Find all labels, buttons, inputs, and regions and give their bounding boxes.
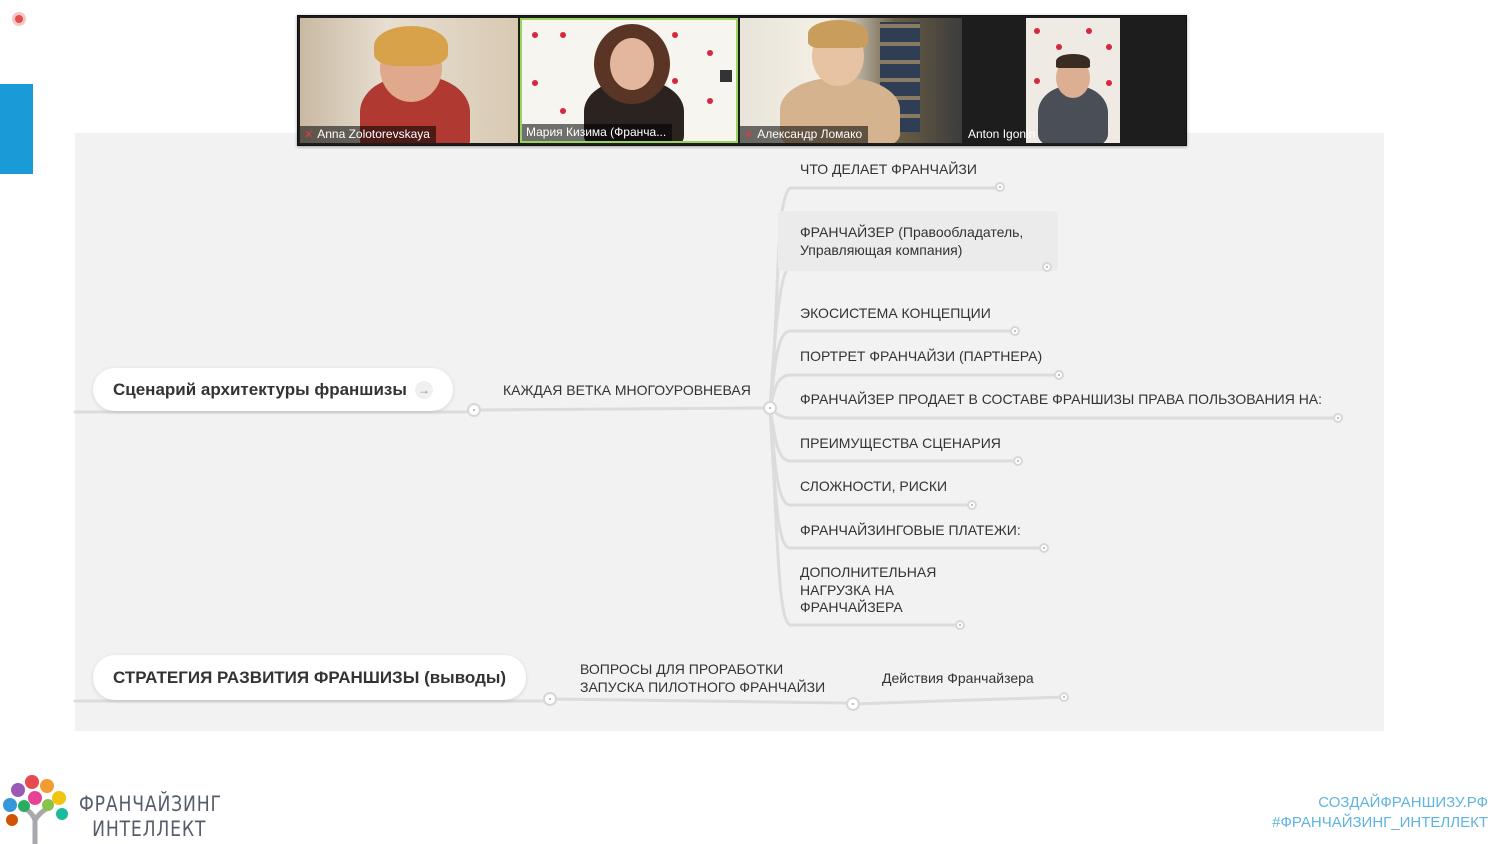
participant-hair — [808, 20, 868, 48]
branch-item[interactable]: Действия Франчайзера — [882, 670, 1034, 688]
logo-line-2: ИНТЕЛЛЕКТ — [92, 817, 207, 841]
branch-item[interactable]: ЧТО ДЕЛАЕТ ФРАНЧАЙЗИ — [800, 161, 977, 179]
expand-toggle[interactable] — [955, 620, 965, 630]
participant-face — [610, 38, 654, 90]
root-node-title: Сценарий архитектуры франшизы — [113, 379, 407, 399]
video-participants-strip[interactable]: ✕ Anna Zolotorevskaya Мария Кизима (Франч… — [297, 15, 1187, 146]
brand-logo-text: ФРАНЧАЙЗИНГ ИНТЕЛЛЕКТ — [79, 792, 222, 842]
expand-toggle[interactable] — [1039, 543, 1049, 553]
participant-tile[interactable]: ✕ Александр Ломако — [740, 18, 962, 143]
branch-label[interactable]: КАЖДАЯ ВЕТКА МНОГОУРОВНЕВАЯ — [503, 382, 751, 400]
hashtag-text: #ФРАНЧАЙЗИНГ_ИНТЕЛЛЕКТ — [1272, 814, 1488, 831]
branch-item[interactable]: ЭКОСИСТЕМА КОНЦЕПЦИИ — [800, 305, 991, 323]
participant-name: Мария Кизима (Франча... — [522, 124, 673, 141]
participant-tile[interactable]: Anton Igonin — [964, 18, 1184, 143]
participant-name: ✕ Александр Ломако — [740, 126, 869, 143]
branch-item[interactable]: ФРАНЧАЙЗЕР ПРОДАЕТ В СОСТАВЕ ФРАНШИЗЫ ПР… — [800, 391, 1322, 409]
participant-tile-active[interactable]: Мария Кизима (Франча... — [520, 18, 738, 143]
collapse-toggle[interactable] — [467, 403, 481, 417]
collapse-toggle[interactable] — [846, 697, 860, 711]
participant-hair — [374, 26, 448, 66]
logo-line-1: ФРАНЧАЙЗИНГ — [79, 792, 222, 816]
participant-name: ✕ Anna Zolotorevskaya — [300, 126, 436, 143]
arrow-right-icon[interactable]: → — [414, 380, 433, 399]
collapse-toggle[interactable] — [543, 692, 557, 706]
branch-item[interactable]: ФРАНЧАЙЗИНГОВЫЕ ПЛАТЕЖИ: — [800, 522, 1021, 540]
branch-item[interactable]: ПРЕИМУЩЕСТВА СЦЕНАРИЯ — [800, 435, 1001, 453]
expand-toggle[interactable] — [1013, 456, 1023, 466]
participant-name: Anton Igonin — [968, 127, 1036, 141]
brand-logo-icon — [3, 775, 68, 844]
branch-item[interactable]: ДОПОЛНИТЕЛЬНАЯ НАГРУЗКА НА ФРАНЧАЙЗЕРА — [800, 564, 950, 617]
mic-muted-icon: ✕ — [744, 128, 754, 141]
qr-code-icon — [720, 70, 732, 82]
branch-label[interactable]: ВОПРОСЫ ДЛЯ ПРОРАБОТКИ ЗАПУСКА ПИЛОТНОГО… — [580, 661, 840, 696]
expand-toggle[interactable] — [1042, 262, 1052, 272]
expand-toggle[interactable] — [967, 500, 977, 510]
mindmap-root-node-strategy[interactable]: СТРАТЕГИЯ РАЗВИТИЯ ФРАНШИЗЫ (выводы) — [93, 655, 527, 700]
mindmap-root-node-architecture[interactable]: Сценарий архитектуры франшизы → — [93, 368, 453, 411]
expand-toggle[interactable] — [1010, 326, 1020, 336]
footer-links: СОЗДАЙФРАНШИЗУ.РФ #ФРАНЧАЙЗИНГ_ИНТЕЛЛЕКТ — [1272, 793, 1488, 833]
branch-item[interactable]: ФРАНЧАЙЗЕР (Правообладатель, Управляющая… — [800, 224, 1040, 259]
expand-toggle[interactable] — [1059, 692, 1069, 702]
participant-tile[interactable]: ✕ Anna Zolotorevskaya — [300, 18, 518, 143]
expand-toggle[interactable] — [1054, 370, 1064, 380]
expand-toggle[interactable] — [1333, 413, 1343, 423]
site-link[interactable]: СОЗДАЙФРАНШИЗУ.РФ — [1272, 793, 1488, 813]
expand-toggle[interactable] — [995, 182, 1005, 192]
collapse-toggle[interactable] — [763, 401, 777, 415]
participant-video — [1026, 18, 1120, 143]
branch-item[interactable]: СЛОЖНОСТИ, РИСКИ — [800, 478, 947, 496]
mic-muted-icon: ✕ — [304, 128, 314, 141]
branch-item[interactable]: ПОРТРЕТ ФРАНЧАЙЗИ (ПАРТНЕРА) — [800, 348, 1042, 366]
root-node-title: СТРАТЕГИЯ РАЗВИТИЯ ФРАНШИЗЫ (выводы) — [113, 667, 507, 687]
